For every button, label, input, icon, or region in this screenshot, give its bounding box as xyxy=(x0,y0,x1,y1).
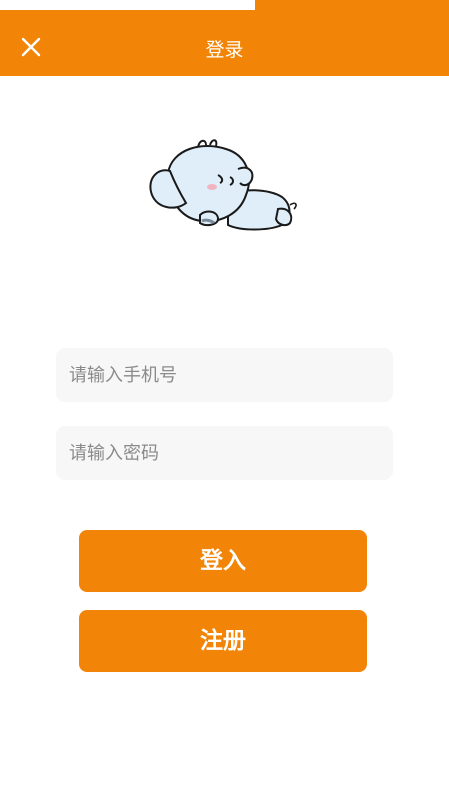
password-input[interactable] xyxy=(56,426,393,480)
header-top-strip xyxy=(255,0,449,10)
page-title: 登录 xyxy=(205,39,244,61)
sleeping-elephant-illustration xyxy=(140,135,300,240)
phone-input[interactable] xyxy=(56,348,393,402)
login-button[interactable]: 登入 xyxy=(79,530,367,592)
register-button[interactable]: 注册 xyxy=(79,610,367,672)
